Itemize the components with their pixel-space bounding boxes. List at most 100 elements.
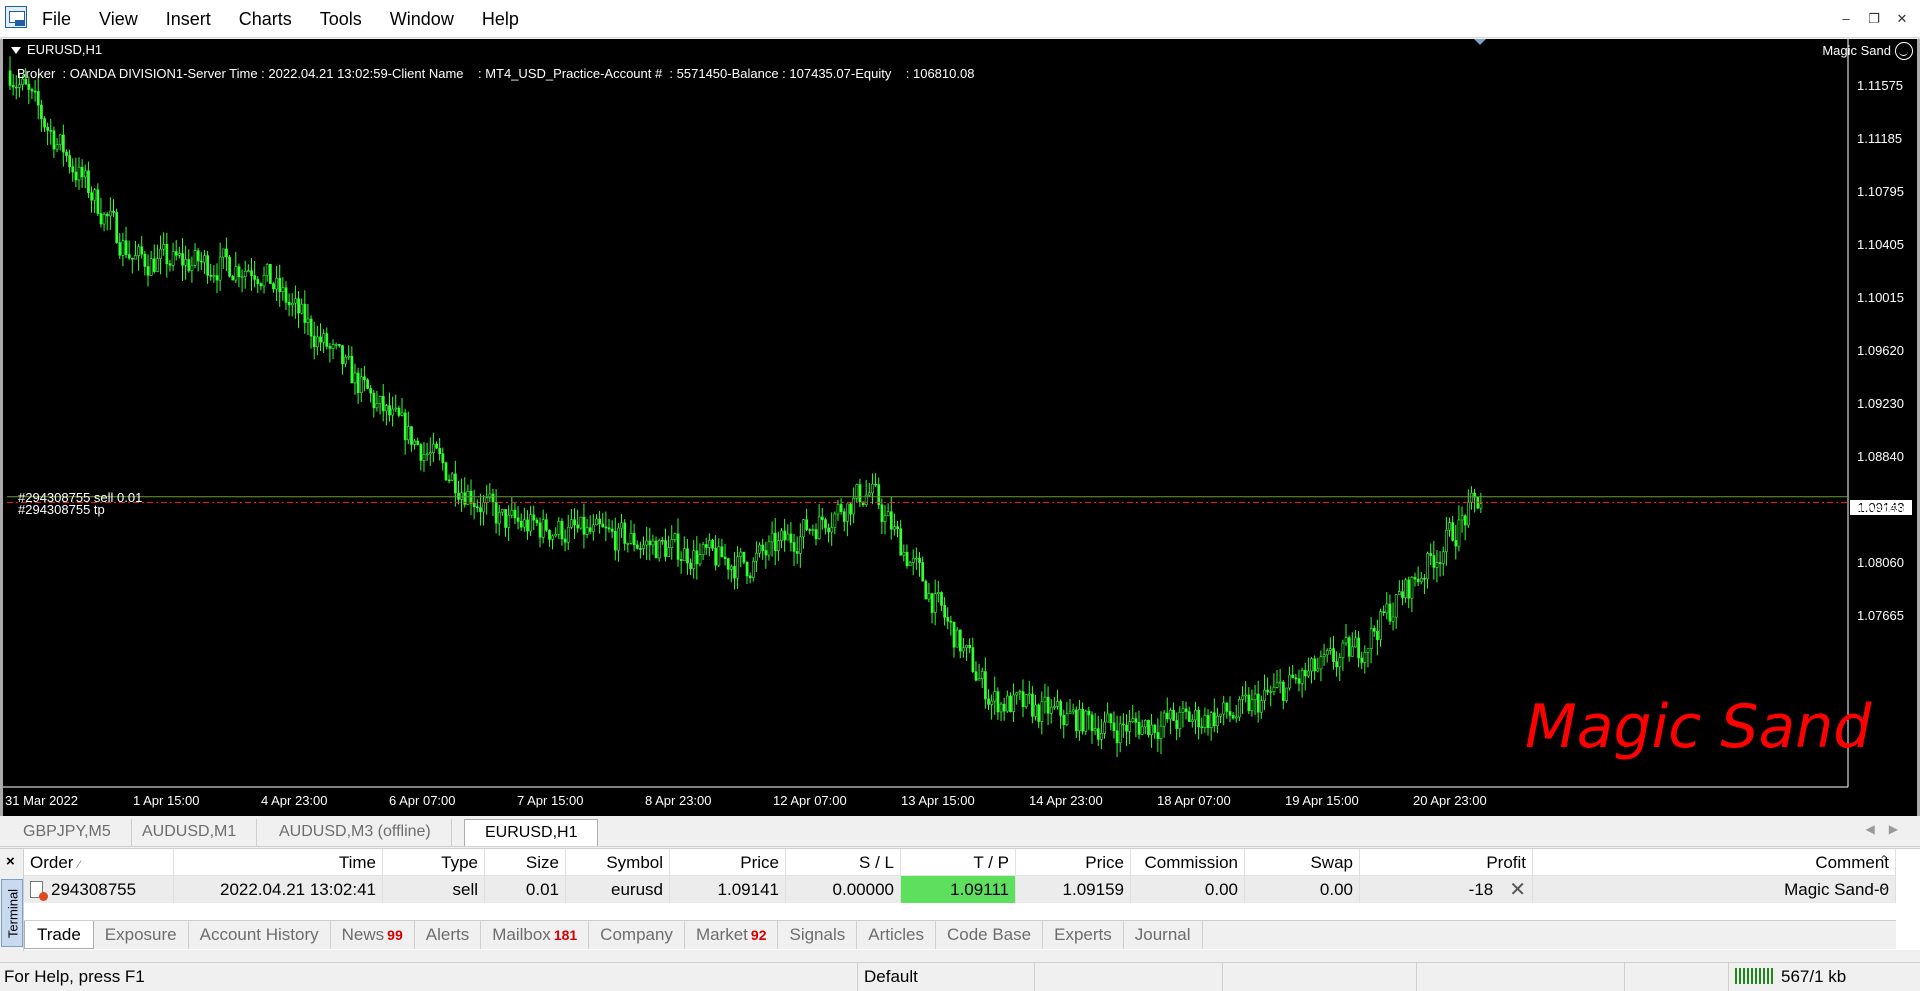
menu-charts[interactable]: Charts	[225, 0, 306, 38]
candle-body	[337, 344, 341, 346]
candle-body	[1078, 708, 1081, 732]
table-row[interactable]: 294308755 2022.04.21 13:02:41 sell 0.01 …	[24, 876, 1896, 903]
candle-body	[648, 540, 652, 546]
chart-tab-gbpjpy-m5[interactable]: GBPJPY,M5	[3, 819, 132, 846]
status-bar: For Help, press F1 Default 567/1 kb	[0, 962, 1920, 991]
candle-body	[96, 189, 100, 214]
candle-body	[1162, 712, 1166, 727]
candle-body	[200, 260, 203, 263]
menu-items: File View Insert Charts Tools Window Hel…	[28, 0, 533, 38]
menu-file[interactable]: File	[28, 0, 85, 38]
tab-scroll-arrows-icon[interactable]: ◀▶	[1866, 822, 1912, 836]
menu-insert[interactable]: Insert	[152, 0, 225, 38]
candle-body	[1479, 503, 1483, 509]
candle-body	[422, 454, 426, 461]
close-button[interactable]: ✕	[1890, 8, 1914, 30]
tab-company[interactable]: Company	[589, 921, 685, 949]
scroll-down-icon[interactable]: ⌄	[1876, 879, 1892, 899]
column-header-type[interactable]: Type	[383, 849, 485, 876]
tab-journal[interactable]: Journal	[1124, 921, 1203, 949]
candle-body	[679, 559, 683, 561]
candle-body	[1087, 710, 1091, 716]
candle-body	[466, 491, 470, 505]
tab-mailbox[interactable]: Mailbox 181	[481, 921, 590, 949]
column-header-time[interactable]: Time	[174, 849, 383, 876]
candle-body	[124, 240, 128, 255]
menu-tools[interactable]: Tools	[306, 0, 376, 38]
column-header-sl[interactable]: S / L	[786, 849, 901, 876]
column-header-commission[interactable]: Commission	[1131, 849, 1245, 876]
candle-body	[68, 155, 72, 168]
chart-menu-triangle-icon[interactable]	[11, 47, 21, 55]
app-logo-icon[interactable]	[5, 6, 27, 28]
status-connection[interactable]: 567/1 kb	[1729, 963, 1920, 991]
menu-window[interactable]: Window	[376, 0, 468, 38]
candle-body	[410, 426, 413, 445]
candle-body	[767, 541, 771, 556]
candle-body	[1451, 522, 1455, 541]
tab-signals[interactable]: Signals	[778, 921, 858, 949]
candle-body	[755, 552, 758, 562]
scroll-up-icon[interactable]: ⌃	[1876, 853, 1892, 873]
minimize-button[interactable]: –	[1834, 8, 1858, 30]
chart-tab-audusd-m1[interactable]: AUDUSD,M1	[122, 819, 258, 846]
tab-exposure[interactable]: Exposure	[94, 921, 189, 949]
order-cell: 294308755	[24, 876, 174, 903]
column-header-comment[interactable]: Comment	[1533, 849, 1896, 876]
tab-experts[interactable]: Experts	[1043, 921, 1124, 949]
tab-news[interactable]: News 99	[331, 921, 415, 949]
candle-body	[178, 253, 181, 256]
candle-body	[250, 270, 253, 276]
profit-cell: -18 ✕	[1360, 876, 1533, 903]
column-header-symbol[interactable]: Symbol	[566, 849, 670, 876]
column-header-tp[interactable]: T / P	[901, 849, 1016, 876]
candle-body	[353, 372, 357, 384]
status-cell	[1625, 963, 1729, 991]
candle-body	[1200, 726, 1204, 729]
candle-body	[639, 548, 642, 550]
column-header-profit[interactable]: Profit	[1360, 849, 1533, 876]
tab-articles[interactable]: Articles	[857, 921, 936, 949]
tab-code-base[interactable]: Code Base	[936, 921, 1044, 949]
tab-alerts[interactable]: Alerts	[415, 921, 482, 949]
candle-body	[714, 548, 718, 566]
candle-body	[1156, 732, 1160, 740]
restore-button[interactable]: ❐	[1862, 8, 1886, 30]
close-order-icon[interactable]: ✕	[1509, 880, 1526, 900]
column-header-swap[interactable]: Swap	[1245, 849, 1360, 876]
candle-body	[799, 536, 802, 554]
chart-tab-eurusd-h1[interactable]: EURUSD,H1	[464, 819, 599, 846]
candle-body	[764, 550, 768, 556]
candle-body	[1219, 713, 1222, 717]
candle-body	[1291, 674, 1295, 679]
chart-tab-audusd-m3-offline[interactable]: AUDUSD,M3 (offline)	[259, 819, 452, 846]
menu-view[interactable]: View	[85, 0, 152, 38]
column-header-order[interactable]: Order ⁄	[24, 849, 174, 876]
column-header-current-price[interactable]: Price	[1016, 849, 1131, 876]
column-header-price[interactable]: Price	[670, 849, 786, 876]
terminal-close-button[interactable]: ×	[6, 853, 15, 870]
candle-body	[240, 276, 244, 278]
candle-body	[447, 479, 451, 482]
candle-body	[899, 528, 903, 556]
candle-body	[1037, 704, 1041, 722]
candle-body	[1175, 720, 1179, 729]
column-header-size[interactable]: Size	[485, 849, 566, 876]
tab-trade[interactable]: Trade	[24, 921, 94, 949]
chart-window[interactable]: EURUSD,H1 Broker : OANDA DIVISION1-Serve…	[0, 39, 1920, 816]
candle-body	[623, 522, 627, 544]
candle-body	[134, 255, 137, 260]
candle-body	[962, 647, 965, 652]
status-profile[interactable]: Default	[858, 963, 1035, 991]
candle-body	[27, 83, 31, 90]
candle-body	[102, 213, 106, 225]
commission-cell: 0.00	[1131, 876, 1245, 903]
menu-help[interactable]: Help	[468, 0, 533, 38]
tab-market[interactable]: Market 92	[685, 921, 779, 949]
tab-account-history[interactable]: Account History	[189, 921, 331, 949]
candle-body	[400, 412, 404, 416]
candle-body	[965, 645, 968, 649]
candle-body	[350, 355, 354, 384]
candle-body	[1278, 681, 1282, 684]
candle-body	[1269, 691, 1273, 693]
